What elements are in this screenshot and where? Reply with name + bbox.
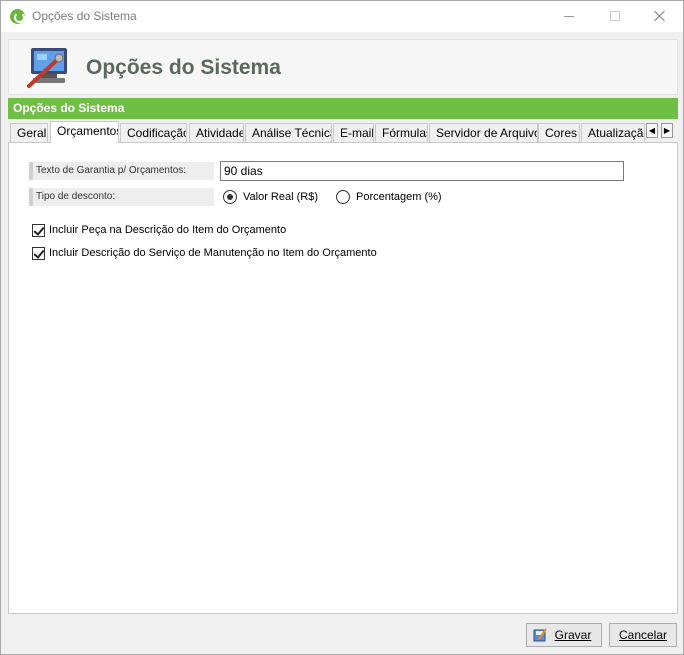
header-panel: Opções do Sistema: [8, 39, 678, 95]
minimize-button[interactable]: [546, 1, 592, 32]
save-pencil-icon: [533, 628, 547, 642]
group-title-bar: Opções do Sistema: [8, 98, 678, 119]
page-title: Opções do Sistema: [86, 56, 281, 79]
discount-type-label: Tipo de desconto:: [29, 188, 214, 206]
include-service-description-checkbox[interactable]: [32, 246, 45, 260]
tab-servidor-de-arquivos[interactable]: Servidor de Arquivos: [429, 123, 538, 142]
save-button[interactable]: Gravar: [526, 623, 602, 647]
close-button[interactable]: [637, 1, 683, 32]
include-service-description-label: Incluir Descrição do Serviço de Manutenç…: [49, 247, 377, 259]
title-bar: Opções do Sistema: [1, 1, 683, 32]
tab-formulas[interactable]: Fórmulas: [375, 123, 428, 142]
radio-valor-real-label: Valor Real (R$): [243, 191, 318, 203]
tab-cores[interactable]: Cores: [538, 123, 580, 142]
maximize-icon: [610, 11, 620, 21]
tab-geral[interactable]: Geral: [10, 123, 48, 142]
tab-content-orcamentos: Texto de Garantia p/ Orçamentos: Tipo de…: [8, 142, 678, 614]
discount-porcentagem-option[interactable]: Porcentagem (%): [336, 187, 442, 207]
radio-porcentagem[interactable]: [336, 190, 350, 204]
window-title: Opções do Sistema: [32, 9, 137, 23]
radio-porcentagem-label: Porcentagem (%): [356, 191, 442, 203]
include-part-description-label: Incluir Peça na Descrição do Item do Orç…: [49, 224, 287, 236]
cancel-button-label: Cancelar: [618, 628, 668, 642]
tab-email[interactable]: E-mail: [333, 123, 374, 142]
tab-orcamentos[interactable]: Orçamentos: [50, 121, 119, 143]
tab-atualizacao[interactable]: Atualização: [581, 123, 645, 142]
include-part-description-checkbox[interactable]: [32, 223, 45, 237]
computer-settings-icon: [27, 48, 67, 88]
include-part-description-option[interactable]: Incluir Peça na Descrição do Item do Orç…: [32, 222, 286, 238]
discount-valor-real-option[interactable]: Valor Real (R$): [223, 187, 318, 207]
cancel-button[interactable]: Cancelar: [609, 623, 677, 647]
warranty-text-input[interactable]: [220, 161, 624, 181]
tab-analise-tecnica[interactable]: Análise Técnica: [245, 123, 332, 142]
maximize-button[interactable]: [592, 1, 638, 32]
save-button-label: Gravar: [554, 628, 592, 642]
close-icon: [654, 10, 666, 22]
tab-scroll-left-icon[interactable]: ◀: [646, 123, 658, 138]
include-service-description-option[interactable]: Incluir Descrição do Serviço de Manutenç…: [32, 245, 377, 261]
tab-codificacao[interactable]: Codificação: [120, 123, 187, 142]
warranty-text-label: Texto de Garantia p/ Orçamentos:: [29, 162, 214, 180]
tab-scroll-right-icon[interactable]: ▶: [661, 123, 673, 138]
dialog-window: Opções do Sistema Opções do Sistema Opçõ…: [0, 0, 684, 655]
tab-atividade[interactable]: Atividade: [189, 123, 244, 142]
minimize-icon: [564, 16, 574, 17]
app-logo-icon: [10, 9, 25, 24]
tab-strip: Geral Orçamentos Codificação Atividade A…: [8, 121, 678, 143]
radio-valor-real[interactable]: [223, 190, 237, 204]
